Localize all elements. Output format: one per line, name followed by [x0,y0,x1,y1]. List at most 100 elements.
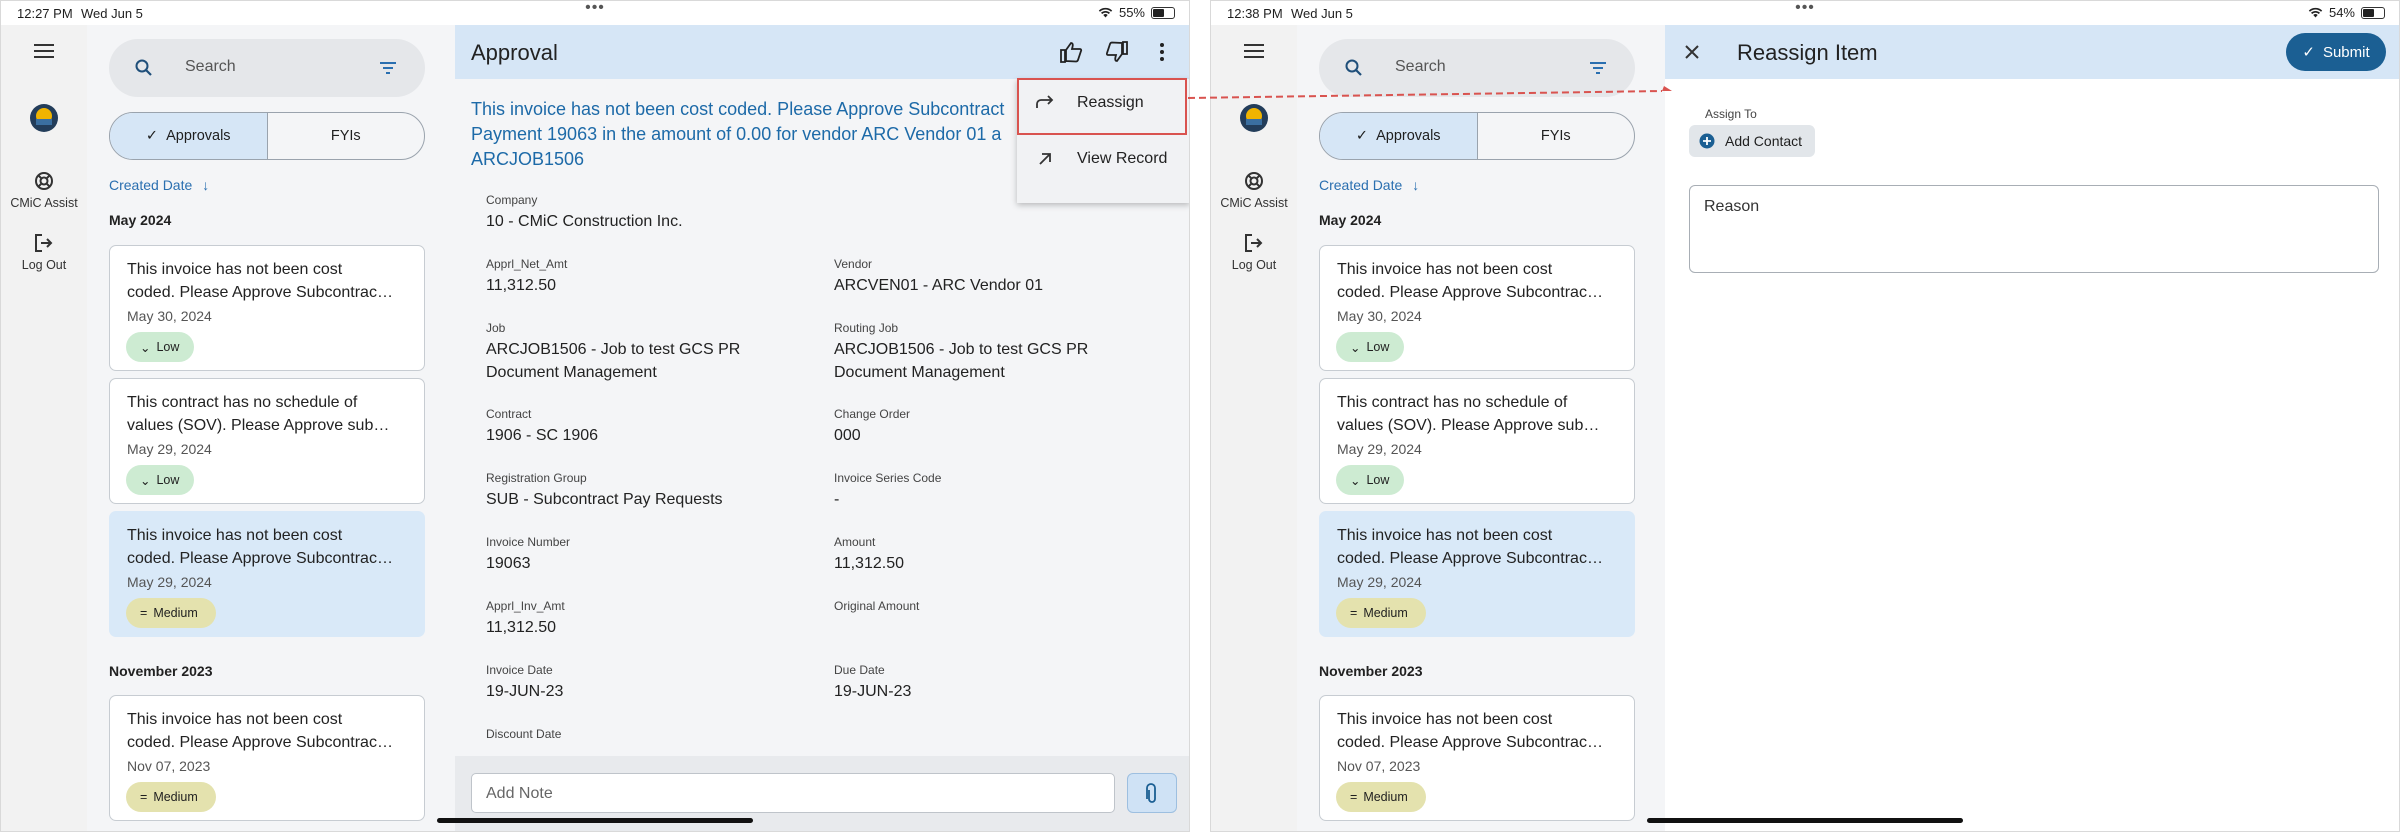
list-item[interactable]: This invoice has not been cost coded. Ple… [1319,695,1635,821]
note-placeholder: Add Note [486,785,553,802]
priority-badge: ⌄ Low [1336,465,1404,495]
list-item[interactable]: This invoice has not been cost coded. Ple… [109,245,425,371]
tab-approvals-label: Approvals [166,128,231,144]
cmic-assist-label: CMiC Assist [10,196,78,210]
status-bar: 12:38 PM Wed Jun 5 ••• 54% [1211,1,2399,25]
close-icon[interactable] [1684,44,1700,60]
field-label: Amount [834,535,876,549]
multitask-dots-icon[interactable]: ••• [585,1,605,17]
priority-label: Low [1366,340,1390,354]
battery-icon [2361,6,2385,19]
field-value: 1906 - SC 1906 [486,427,599,444]
nav-rail: CMiC Assist Log Out [1,25,87,831]
field-label: Company [486,193,538,207]
list-item[interactable]: This contract has no schedule of values (… [1319,378,1635,504]
sort-created-date[interactable]: Created Date ↓ [1319,177,1419,193]
tab-fyis[interactable]: FYIs [268,113,425,159]
priority-badge: = Medium [1336,782,1426,812]
search-bar[interactable]: Search [1319,39,1635,97]
reassign-header: Reassign Item ✓ Submit [1665,25,2399,79]
field-invoice-number: Invoice Number 19063 [486,535,570,575]
tab-fyis[interactable]: FYIs [1478,113,1635,159]
filter-icon[interactable] [379,61,397,75]
log-out-button[interactable]: Log Out [1211,233,1297,272]
inbox-list-panel: Search ✓ Approvals FYIs Created Date ↓ May… [87,25,455,831]
avatar[interactable] [1,103,87,136]
list-item-line1: This invoice has not been cost [1337,527,1553,544]
thumbs-up-icon[interactable] [1059,41,1083,63]
field-discount-date: Discount Date [486,727,561,744]
field-label: Discount Date [486,727,562,741]
sort-label: Created Date [1319,177,1403,193]
equals-icon: = [1350,606,1358,620]
list-item-line2: values (SOV). Please Approve sub… [1337,417,1600,434]
attach-button[interactable] [1127,773,1177,813]
field-value: ARCJOB1506 - Job to test GCS PR [486,341,741,358]
field-label: Job [486,321,506,335]
field-label: Due Date [834,663,885,677]
home-indicator[interactable] [1647,818,1963,823]
status-date: Wed Jun 5 [1291,6,1353,21]
cmic-assist-button[interactable]: CMiC Assist [1211,171,1297,210]
list-item-date: May 30, 2024 [1337,308,1422,324]
group-header: May 2024 [1319,212,1382,228]
avatar[interactable] [1211,103,1297,136]
chevron-down-icon: ⌄ [1350,340,1361,355]
tab-approvals-label: Approvals [1376,128,1441,144]
list-item-line2: coded. Please Approve Subcontrac… [1337,550,1603,567]
field-invoice-date: Invoice Date 19-JUN-23 [486,663,563,703]
chevron-down-icon: ⌄ [140,340,151,355]
reassign-pane: Reassign Item ✓ Submit Assign To Add Cont… [1665,25,2399,831]
list-item-selected[interactable]: This invoice has not been cost coded. Ple… [109,511,425,637]
priority-label: Medium [1363,790,1408,804]
list-item-date: May 30, 2024 [127,308,212,324]
thumbs-down-icon[interactable] [1105,41,1129,63]
field-amount: Amount 11,312.50 [834,535,904,575]
more-vertical-icon[interactable] [1159,42,1165,62]
priority-label: Low [156,340,180,354]
list-item-date: May 29, 2024 [127,441,212,457]
field-value: - [834,491,840,508]
list-item[interactable]: This contract has no schedule of values (… [109,378,425,504]
tab-approvals[interactable]: ✓ Approvals [110,113,268,159]
search-input[interactable]: Search [185,58,236,76]
check-icon: ✓ [2302,44,2315,61]
reason-textarea[interactable]: Reason [1689,185,2379,273]
search-icon [135,59,152,76]
multitask-dots-icon[interactable]: ••• [1795,1,1815,17]
lifebuoy-icon [1245,172,1263,190]
reassign-highlight-box [1017,78,1187,135]
menu-icon[interactable] [1211,43,1297,62]
field-label: Change Order [834,407,911,421]
battery-level [1153,8,1164,17]
field-label: Apprl_Net_Amt [486,257,568,271]
add-note-input[interactable]: Add Note [471,773,1115,813]
chevron-down-icon: ⌄ [1350,473,1361,488]
field-invoice-series-code: Invoice Series Code - [834,471,941,511]
description-line3: ARCJOB1506 [471,149,585,169]
home-indicator[interactable] [437,818,753,823]
search-bar[interactable]: Search [109,39,425,97]
menu-item-view-record[interactable]: View Record [1017,135,1189,183]
filter-icon[interactable] [1589,61,1607,75]
ipad-screen-approval: 12:27 PM Wed Jun 5 ••• 55% CMiC Assist L… [0,0,1190,832]
add-contact-button[interactable]: Add Contact [1689,125,1815,157]
field-value: Document Management [834,364,1005,381]
sort-created-date[interactable]: Created Date ↓ [109,177,209,193]
list-item-line1: This invoice has not been cost [1337,711,1553,728]
list-item[interactable]: This invoice has not been cost coded. Ple… [109,695,425,821]
cmic-assist-button[interactable]: CMiC Assist [1,171,87,210]
list-item-date: May 29, 2024 [1337,441,1422,457]
list-item-date: May 29, 2024 [1337,574,1422,590]
logout-icon [35,234,53,252]
submit-button[interactable]: ✓ Submit [2286,33,2386,71]
equals-icon: = [140,790,148,804]
menu-icon[interactable] [1,43,87,62]
log-out-button[interactable]: Log Out [1,233,87,272]
field-label: Apprl_Inv_Amt [486,599,565,613]
arrow-up-right-icon [1039,153,1051,165]
search-input[interactable]: Search [1395,58,1446,76]
list-item-selected[interactable]: This invoice has not been cost coded. Ple… [1319,511,1635,637]
tab-approvals[interactable]: ✓ Approvals [1320,113,1478,159]
list-item[interactable]: This invoice has not been cost coded. Ple… [1319,245,1635,371]
